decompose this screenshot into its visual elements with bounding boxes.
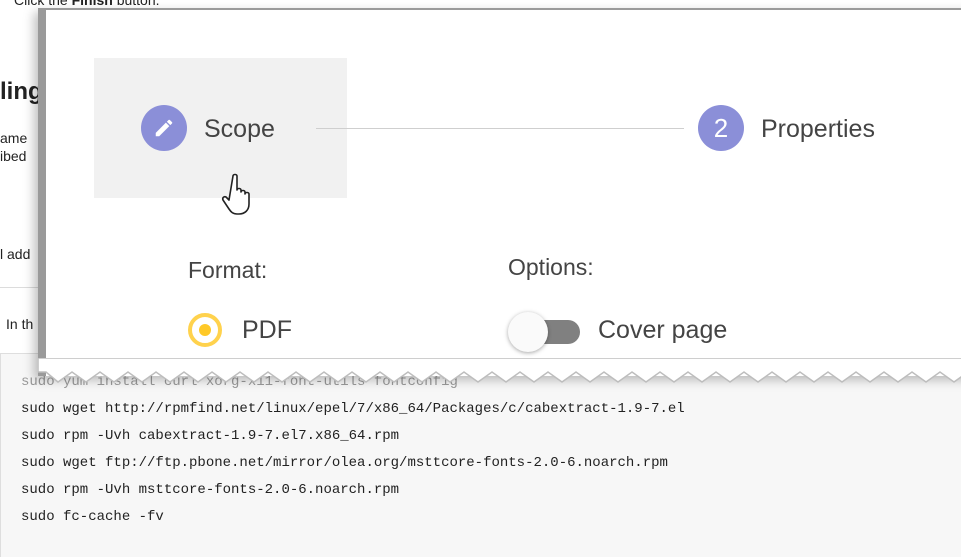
instruction-text: Click the Finish button. <box>14 0 160 8</box>
step-scope-label: Scope <box>204 115 275 143</box>
format-label: Format: <box>188 257 268 283</box>
instruction-suffix: button. <box>112 0 160 8</box>
doc-text-line: l add <box>0 246 31 262</box>
code-line: sudo rpm -Uvh msttcore-fonts-2.0-6.noarc… <box>21 482 400 498</box>
torn-edge-decoration <box>38 358 961 383</box>
toggle-knob[interactable] <box>508 312 548 352</box>
code-line: sudo wget http://rpmfind.net/linux/epel/… <box>21 401 685 417</box>
doc-text-line: ame <box>0 130 28 146</box>
step-properties-label[interactable]: Properties <box>761 115 875 144</box>
pdf-radio-label[interactable]: PDF <box>242 316 292 345</box>
cover-page-label[interactable]: Cover page <box>598 316 727 345</box>
code-line: sudo wget ftp://ftp.pbone.net/mirror/ole… <box>21 455 668 471</box>
doc-divider <box>0 287 40 288</box>
step-number-badge[interactable]: 2 <box>698 105 744 151</box>
instruction-prefix: Click the <box>14 0 72 8</box>
code-line: sudo rpm -Uvh cabextract-1.9-7.el7.x86_6… <box>21 428 400 444</box>
step-connector <box>316 128 684 129</box>
options-label: Options: <box>508 254 594 280</box>
export-dialog: Scope 2 Properties Format: Options: PDF … <box>38 8 961 376</box>
doc-text-line: ibed <box>0 148 27 164</box>
instruction-bold: Finish <box>71 0 113 8</box>
pencil-icon <box>141 105 187 151</box>
doc-text-line: In th <box>6 316 34 332</box>
hand-cursor-icon <box>221 173 250 215</box>
code-line: sudo fc-cache -fv <box>21 509 164 525</box>
section-heading: ling <box>0 78 43 105</box>
pdf-radio[interactable] <box>188 313 222 347</box>
